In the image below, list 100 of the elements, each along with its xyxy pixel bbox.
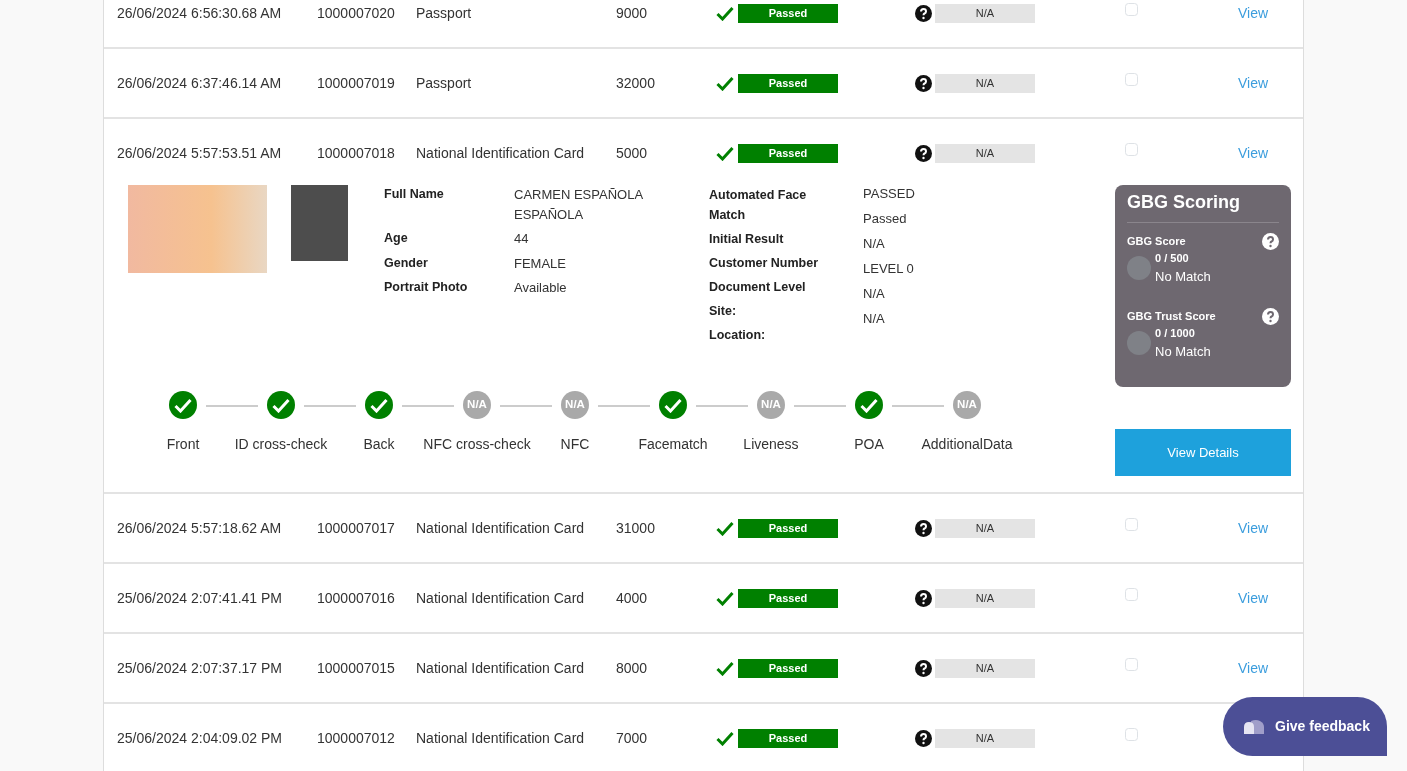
step-status-badge: N/A [757,391,785,419]
check-icon [716,520,734,536]
step-status-badge: N/A [561,391,589,419]
field-label: Automated Face Match [709,187,808,224]
reference-number: 1000007018 [317,144,395,161]
step-label: Liveness [743,435,799,454]
check-icon [716,5,734,21]
document-type: Passport [416,4,472,21]
check-icon [716,660,734,676]
row-checkbox[interactable] [1125,657,1138,671]
field-value: 44 [514,230,530,248]
amount-text: 9000 [616,4,648,21]
field-value: FEMALE [514,254,567,273]
question-icon [915,729,932,747]
chat-bubbles-icon [1243,718,1265,735]
status-badge: Passed [738,518,838,538]
view-link[interactable]: View [1238,589,1269,606]
row-checkbox[interactable] [1125,72,1138,86]
check-icon [716,730,734,746]
field-value: N/A [863,235,886,253]
field-value: N/A [863,310,886,328]
field-label: Customer Number [709,255,820,272]
status-badge: Passed [738,588,838,608]
score-value: 0 / 1000 [1155,326,1196,341]
status-badge: N/A [935,73,1035,93]
view-details-button[interactable]: View Details [1115,429,1291,476]
scoring-title: GBG Scoring [1127,189,1279,223]
step-label: NFC cross-check [423,435,531,454]
view-link[interactable]: View [1238,144,1269,161]
view-link[interactable]: View [1238,74,1269,91]
reference-number: 1000007019 [317,74,395,91]
amount-text: 7000 [616,729,648,746]
reference-number: 1000007012 [317,729,395,746]
check-icon [716,75,734,91]
step-label: Back [363,435,395,454]
date-text: 25/06/2024 2:07:41.41 PM [117,589,283,606]
view-link[interactable]: View [1238,4,1269,21]
date-text: 26/06/2024 5:57:18.62 AM [117,519,282,536]
status-badge: N/A [935,518,1035,538]
score-label: GBG Score [1127,234,1186,250]
question-icon [915,659,932,677]
status-badge: Passed [738,73,838,93]
question-icon [915,144,932,162]
date-text: 26/06/2024 5:57:53.51 AM [117,144,282,161]
amount-text: 8000 [616,659,648,676]
score-circle-icon [1127,256,1151,280]
row-checkbox[interactable] [1125,517,1138,531]
score-value: 0 / 500 [1155,251,1190,266]
amount-text: 5000 [616,144,648,161]
status-badge: Passed [738,143,838,163]
field-label: Initial Result [709,231,785,248]
step-label: Facematch [638,435,708,454]
step-label: ID cross-check [234,435,328,454]
reference-number: 1000007017 [317,519,395,536]
date-text: 25/06/2024 2:04:09.02 PM [117,729,283,746]
date-text: 26/06/2024 6:56:30.68 AM [117,4,282,21]
view-link[interactable]: View [1238,519,1269,536]
score-result: No Match [1155,342,1211,361]
view-link[interactable]: View [1238,659,1269,676]
reference-number: 1000007020 [317,4,395,21]
check-icon [716,145,734,161]
step-label: AdditionalData [921,435,1013,454]
field-label: Age [384,230,409,247]
row-checkbox[interactable] [1125,587,1138,601]
status-badge: N/A [935,588,1035,608]
status-badge: N/A [935,658,1035,678]
amount-text: 32000 [616,74,655,91]
score-label: GBG Trust Score [1127,309,1216,325]
row-checkbox[interactable] [1125,727,1138,741]
status-badge: N/A [935,143,1035,163]
field-value: N/A [863,285,886,303]
step-status-badge: N/A [463,391,491,419]
field-label: Location: [709,327,767,344]
field-label: Gender [384,254,429,272]
check-icon [716,590,734,606]
question-icon [915,74,932,92]
field-value: PASSED [863,185,916,203]
field-value: Passed [863,210,908,228]
document-type: National Identification Card [416,589,585,606]
row-checkbox[interactable] [1125,142,1138,156]
feedback-button[interactable]: Give feedback [1223,697,1387,756]
question-icon [1262,308,1279,325]
row-checkbox[interactable] [1125,2,1138,16]
field-value: CARMEN ESPAÑOLA ESPAÑOLA [514,186,644,224]
question-icon [915,519,932,537]
amount-text: 31000 [616,519,655,536]
reference-number: 1000007016 [317,589,395,606]
document-type: National Identification Card [416,659,585,676]
score-circle-icon [1127,331,1151,355]
reference-number: 1000007015 [317,659,395,676]
status-badge: Passed [738,728,838,748]
step-label: POA [854,435,884,454]
field-value: LEVEL 0 [863,260,915,278]
field-value: Available [514,279,568,297]
document-type: National Identification Card [416,144,585,161]
score-result: No Match [1155,267,1211,286]
field-label: Full Name [384,186,445,203]
field-label: Document Level [709,279,807,296]
step-label: Front [166,435,200,454]
step-status-badge: N/A [953,391,981,419]
